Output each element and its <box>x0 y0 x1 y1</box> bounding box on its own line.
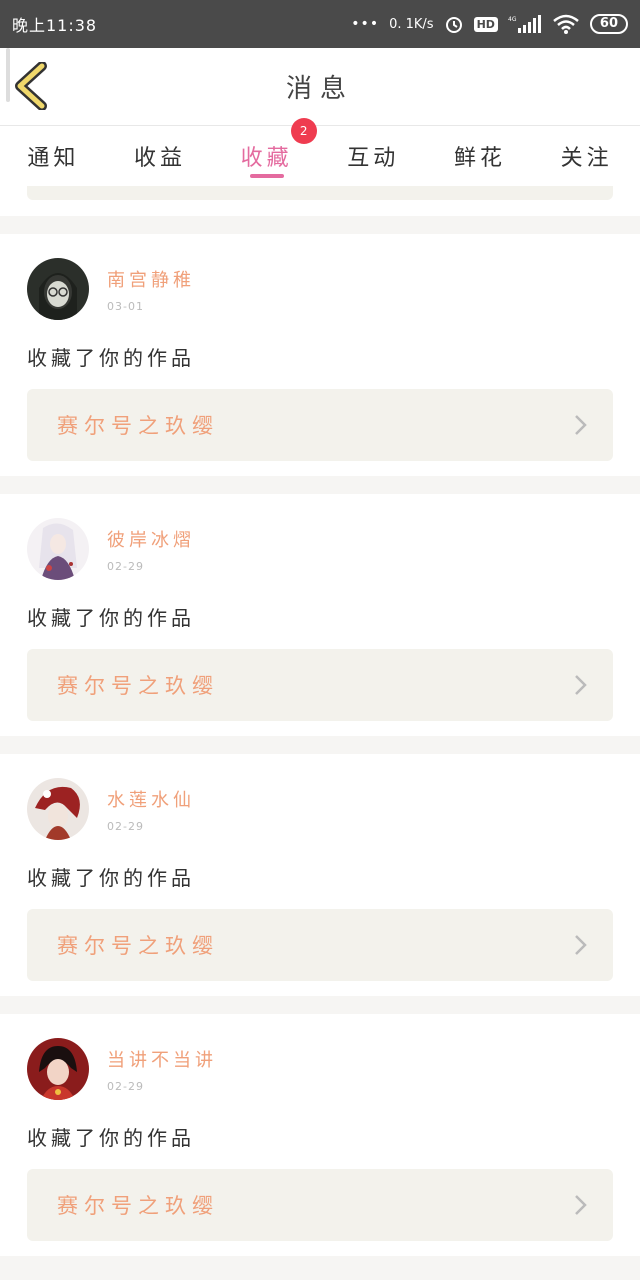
notification-card: 当讲不当讲 02-29 收藏了你的作品 赛尔号之玖缨 <box>0 1014 640 1256</box>
avatar[interactable] <box>27 258 89 320</box>
tab-label: 通知 <box>27 146 80 171</box>
previous-work-box[interactable] <box>27 186 613 200</box>
date: 02-29 <box>107 819 144 833</box>
work-title: 赛尔号之玖缨 <box>57 674 219 698</box>
username[interactable]: 当讲不当讲 <box>107 1046 217 1072</box>
work-title: 赛尔号之玖缨 <box>57 1194 219 1218</box>
unread-badge: 2 <box>290 118 317 144</box>
chevron-right-icon <box>575 415 587 435</box>
avatar[interactable] <box>27 518 89 580</box>
back-arrow-icon <box>15 61 47 111</box>
tab-label: 互动 <box>347 146 400 171</box>
tab-follow[interactable]: 关注 <box>555 126 619 186</box>
status-icons: ••• 0. 1K/s HD 4G 60 <box>351 14 628 34</box>
username[interactable]: 彼岸冰熠 <box>107 526 195 552</box>
scroll-indicator <box>6 48 10 102</box>
notification-card: 水莲水仙 02-29 收藏了你的作品 赛尔号之玖缨 <box>0 754 640 996</box>
tab-notice[interactable]: 通知 <box>21 126 85 186</box>
date: 03-01 <box>107 299 144 313</box>
date: 02-29 <box>107 1079 144 1093</box>
username[interactable]: 水莲水仙 <box>107 786 195 812</box>
hd-badge: HD <box>473 16 498 32</box>
signal-icon: 4G <box>508 14 542 34</box>
signal-label: 4G <box>508 16 517 23</box>
more-dots-icon: ••• <box>351 16 380 32</box>
alarm-icon <box>444 14 464 34</box>
work-link[interactable]: 赛尔号之玖缨 <box>27 649 613 721</box>
username[interactable]: 南宫静稚 <box>107 266 195 292</box>
tab-interaction[interactable]: 互动 <box>341 126 405 186</box>
avatar[interactable] <box>27 1038 89 1100</box>
tab-label: 鲜花 <box>453 146 506 171</box>
work-title: 赛尔号之玖缨 <box>57 414 219 438</box>
notification-card: 彼岸冰熠 02-29 收藏了你的作品 赛尔号之玖缨 <box>0 494 640 736</box>
battery-indicator: 60 <box>589 14 628 34</box>
work-link[interactable]: 赛尔号之玖缨 <box>27 389 613 461</box>
header: 消息 <box>0 48 640 126</box>
avatar[interactable] <box>27 778 89 840</box>
tab-earnings[interactable]: 收益 <box>128 126 192 186</box>
tab-label: 关注 <box>560 146 613 171</box>
network-speed: 0. 1K/s <box>389 16 434 32</box>
action-text: 收藏了你的作品 <box>27 866 195 890</box>
tab-flowers[interactable]: 鲜花 <box>448 126 512 186</box>
work-link[interactable]: 赛尔号之玖缨 <box>27 1169 613 1241</box>
chevron-right-icon <box>575 675 587 695</box>
chevron-right-icon <box>575 1195 587 1215</box>
tab-bar: 通知 收益 收藏 2 互动 鲜花 关注 <box>0 118 640 186</box>
tab-favorites[interactable]: 收藏 2 <box>235 118 317 186</box>
tab-label: 收藏 <box>240 146 293 171</box>
back-button[interactable] <box>12 61 54 111</box>
previous-card-partial <box>0 186 640 216</box>
page-title: 消息 <box>285 74 354 104</box>
date: 02-29 <box>107 559 144 573</box>
tab-label: 收益 <box>133 146 186 171</box>
chevron-right-icon <box>575 935 587 955</box>
status-time: 晚上11:38 <box>12 16 98 35</box>
action-text: 收藏了你的作品 <box>27 346 195 370</box>
wifi-icon <box>552 14 580 34</box>
action-text: 收藏了你的作品 <box>27 1126 195 1150</box>
notification-card: 南宫静稚 03-01 收藏了你的作品 赛尔号之玖缨 <box>0 234 640 476</box>
work-title: 赛尔号之玖缨 <box>57 934 219 958</box>
status-bar: 晚上11:38 ••• 0. 1K/s HD 4G 60 <box>0 0 640 48</box>
action-text: 收藏了你的作品 <box>27 606 195 630</box>
work-link[interactable]: 赛尔号之玖缨 <box>27 909 613 981</box>
